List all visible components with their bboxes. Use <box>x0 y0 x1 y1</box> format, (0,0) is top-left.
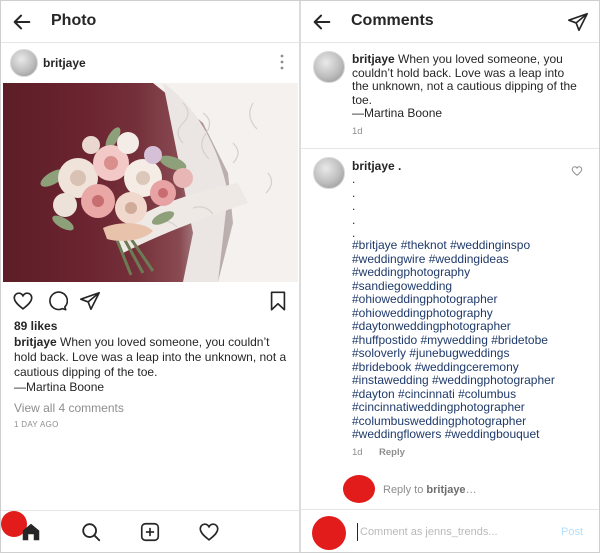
page-title: Photo <box>51 12 97 29</box>
hashtag-line[interactable]: #sandiegowedding <box>352 279 592 294</box>
caption-username[interactable]: britjaye <box>14 335 57 349</box>
caption-comment-text: britjaye When you loved someone, you cou… <box>352 52 582 121</box>
spacer-dots: . . . . . <box>352 172 356 241</box>
hashtag-line[interactable]: #cincinnatiweddingphotographer <box>352 400 592 415</box>
reply-suffix: … <box>465 484 477 496</box>
hashtag-line[interactable]: #britjaye #theknot #weddinginspo <box>352 238 592 253</box>
heart-icon[interactable] <box>198 521 220 543</box>
hashtag-line[interactable]: #columbusweddingphotographer <box>352 414 592 429</box>
comments-header: Comments <box>301 1 599 43</box>
avatar[interactable] <box>313 51 345 83</box>
avatar <box>343 475 375 503</box>
heart-icon[interactable] <box>12 290 34 312</box>
heart-icon[interactable] <box>571 165 583 177</box>
hashtag-line[interactable]: #ohioweddingphotographer <box>352 292 592 307</box>
photo-header: Photo <box>1 1 299 43</box>
reply-button[interactable]: Reply <box>379 447 405 458</box>
hashtag-line[interactable]: #weddingwire #weddingideas <box>352 252 592 267</box>
post-actions <box>1 288 299 314</box>
hashtag-line[interactable]: #weddingphotography <box>352 265 592 280</box>
spacer-dot: . <box>352 212 356 227</box>
comment-username[interactable]: britjaye <box>352 52 395 66</box>
hashtag-line[interactable]: #dayton #cincinnati #columbus <box>352 387 592 402</box>
add-post-icon[interactable] <box>139 521 161 543</box>
avatar[interactable] <box>10 49 38 77</box>
search-icon[interactable] <box>80 521 102 543</box>
reply-to-row[interactable]: Reply to britjaye… <box>301 473 599 505</box>
page-title: Comments <box>351 12 434 29</box>
hashtag-line[interactable]: #instawedding #weddingphotographer <box>352 373 592 388</box>
post-username[interactable]: britjaye <box>43 56 86 70</box>
comment-username[interactable]: britjaye . <box>352 159 401 173</box>
spacer-dot: . <box>352 185 356 200</box>
hashtag-line[interactable]: #soloverly #junebugweddings <box>352 346 592 361</box>
hashtag-line[interactable]: #weddingflowers #weddingbouquet <box>352 427 592 442</box>
caption-author: —Martina Boone <box>14 380 105 394</box>
reply-to-text[interactable]: Reply to britjaye… <box>383 484 477 496</box>
comment-timestamp: 1d <box>352 447 363 458</box>
comment-input[interactable] <box>357 523 547 541</box>
reply-username: britjaye <box>426 484 466 496</box>
comment-author: —Martina Boone <box>352 106 443 120</box>
comments-screen: Comments britjaye When you loved someone… <box>301 1 599 552</box>
avatar <box>312 516 346 550</box>
view-all-comments-link[interactable]: View all 4 comments <box>14 401 124 415</box>
home-icon[interactable] <box>20 521 42 543</box>
spacer-dot: . <box>352 172 356 186</box>
hashtag-line[interactable]: #bridebook #weddingceremony <box>352 360 592 375</box>
arrow-left-icon[interactable] <box>311 11 333 33</box>
reply-prefix: Reply to <box>383 484 427 496</box>
vertical-ellipsis-icon[interactable] <box>279 53 285 71</box>
hashtag-line[interactable]: #daytonweddingphotographer <box>352 319 592 334</box>
caption-comment: britjaye When you loved someone, you cou… <box>301 43 599 149</box>
hashtag-line[interactable]: #huffpostido #mywedding #bridetobe <box>352 333 592 348</box>
post-timestamp: 1 DAY AGO <box>14 420 59 429</box>
comment-composer: Post <box>301 509 599 552</box>
hashtag-list: #britjaye #theknot #weddinginspo #weddin… <box>352 238 592 442</box>
bottom-navigation <box>1 510 299 552</box>
avatar[interactable] <box>313 157 345 189</box>
comment-timestamp: 1d <box>352 126 363 137</box>
hashtag-line[interactable]: #ohioweddingphotography <box>352 306 592 321</box>
photo-screen: Photo britjaye 89 likes britjaye When yo… <box>1 1 299 552</box>
comment-bubble-icon[interactable] <box>46 290 68 312</box>
paper-plane-icon[interactable] <box>79 290 101 312</box>
like-count[interactable]: 89 likes <box>14 319 57 333</box>
post-button[interactable]: Post <box>561 526 583 538</box>
arrow-left-icon[interactable] <box>11 11 33 33</box>
post-caption: britjaye When you loved someone, you cou… <box>14 335 289 395</box>
bookmark-icon[interactable] <box>267 290 289 312</box>
paper-plane-icon[interactable] <box>567 11 589 33</box>
hashtag-comment: britjaye . . . . . . #britjaye #theknot … <box>301 151 599 471</box>
post-photo[interactable] <box>3 83 298 282</box>
post-header: britjaye <box>1 43 299 83</box>
bride-bouquet-image <box>40 83 298 282</box>
spacer-dot: . <box>352 199 356 213</box>
